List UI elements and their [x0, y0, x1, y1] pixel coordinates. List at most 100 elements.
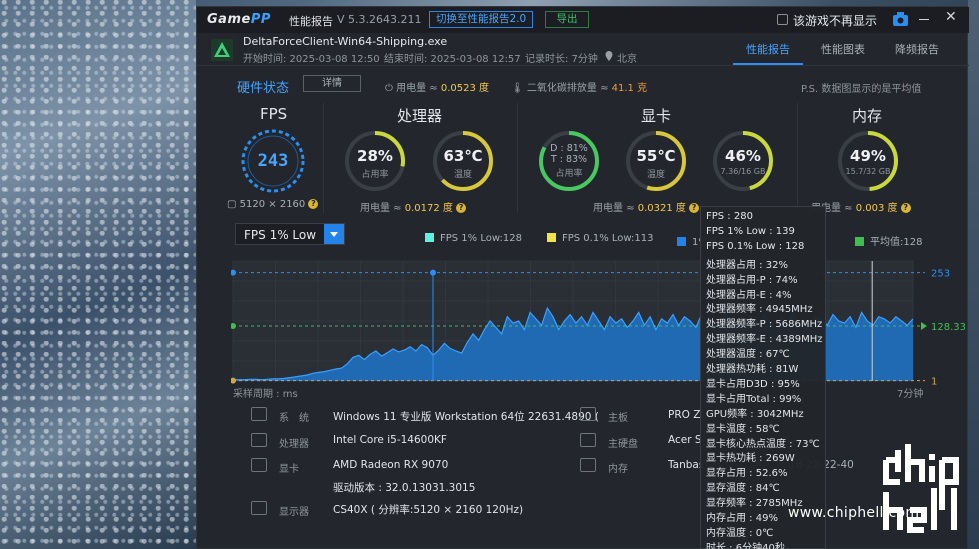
watermark-url: www.chiphell.com — [788, 505, 920, 521]
memory-usage-label: 15.7/32 GB — [845, 167, 891, 176]
export-button[interactable]: 导出 — [545, 11, 589, 28]
hardware-status-title: 硬件状态 — [237, 81, 290, 96]
tooltip-line: 显卡温度 : 58℃ — [706, 423, 780, 435]
x-axis-left-label: 采样周期 : ms — [233, 389, 298, 400]
camera-icon[interactable] — [893, 12, 908, 26]
cpu-model: Intel Core i5-14600KF — [333, 434, 447, 446]
fps-gauge: 243 — [239, 127, 307, 195]
section-divider — [797, 103, 798, 213]
x-axis-right-label: 7分钟 — [897, 389, 924, 400]
gpu-model: AMD Radeon RX 9070 — [333, 459, 449, 471]
duration: 记录时长: 7分钟 — [525, 54, 598, 65]
monitor-icon — [251, 501, 267, 515]
gamepp-window: GamePP 性能报告 V 5.3.2643.211 切换至性能报告2.0 导出… — [196, 6, 969, 549]
monitor-model: CS40X ( 分辨率:5120 × 2160 120Hz) — [333, 504, 524, 516]
gpu-total-value: T : 83% — [550, 154, 588, 165]
metric-selector-value: FPS 1% Low — [244, 228, 317, 242]
switch-report-button[interactable]: 切换至性能报告2.0 — [429, 11, 534, 28]
chart-tooltip: FPS : 280 FPS 1% Low : 139 FPS 0.1% Low : … — [700, 206, 826, 549]
cpu-label: 处理器 — [279, 439, 309, 450]
desktop-wallpaper-left — [0, 0, 196, 549]
gpu-temp-value: 55℃ — [636, 147, 676, 165]
gpu-temp-gauge: 55℃ 温度 — [624, 129, 688, 193]
tooltip-line: 显存温度 : 84℃ — [706, 483, 780, 495]
cpu-icon — [251, 433, 267, 447]
no-show-checkbox[interactable] — [777, 14, 788, 25]
fps-value: 243 — [257, 151, 289, 171]
metric-selector[interactable]: FPS 1% Low — [235, 223, 345, 245]
gpu-title: 显卡 — [641, 107, 672, 125]
tab-performance-report[interactable]: 性能报告 — [746, 41, 790, 57]
fps-chart[interactable]: 253 128.33 1 — [231, 255, 967, 390]
memory-gauge: 49% 15.7/32 GB — [836, 129, 900, 193]
gamepp-logo: GamePP — [207, 12, 271, 27]
gpu-driver: 驱动版本 : 32.0.13031.3015 — [333, 482, 476, 494]
memory-title: 内存 — [852, 107, 883, 125]
min-line-label: 1 — [931, 377, 937, 388]
section-divider — [517, 103, 518, 213]
tooltip-line: FPS 1% Low : 139 — [706, 225, 795, 237]
location-pin-icon — [605, 51, 613, 61]
chevron-down-icon[interactable] — [324, 224, 344, 244]
disk-model: Acer S — [668, 434, 702, 446]
gpu-vram-value: 46% — [725, 147, 761, 165]
resolution: ▢ 5120 × 2160 ? — [227, 199, 319, 210]
co2-emission: 🌡 二氧化碳排放量 ≈ 41.1 克 — [511, 83, 648, 94]
tooltip-line: 显卡热功耗 : 269W — [706, 453, 795, 465]
tooltip-line: 内存占用 : 49% — [706, 513, 778, 524]
os-label: 系 统 — [279, 413, 309, 424]
disk-icon — [580, 433, 596, 447]
tooltip-line: FPS : 280 — [706, 211, 753, 222]
gpu-usage-label: 占用率 — [555, 169, 583, 179]
tab-throttle-report[interactable]: 降频报告 — [895, 41, 939, 57]
tooltip-line: 显卡占用D3D : 95% — [706, 378, 800, 390]
gpu-usage-gauge: D : 81% T : 83% 占用率 — [537, 129, 601, 193]
end-time: 结束时间: 2025-03-08 12:57 — [384, 54, 521, 65]
details-button[interactable]: 详情 — [303, 75, 361, 92]
tooltip-line: 内存温度 : 0℃ — [706, 527, 774, 539]
ram-icon — [580, 458, 596, 472]
section-divider — [323, 103, 324, 213]
os-icon — [251, 407, 267, 421]
help-icon[interactable]: ? — [308, 199, 319, 209]
help-icon[interactable]: ? — [900, 203, 911, 213]
tab-performance-chart[interactable]: 性能图表 — [821, 41, 865, 57]
tooltip-line: 处理器温度 : 67℃ — [706, 349, 790, 361]
tooltip-line: 处理器频率-E : 4389MHz — [706, 334, 823, 346]
cpu-usage-label: 占用率 — [361, 170, 389, 180]
tooltip-line: FPS 0.1% Low : 128 — [706, 240, 805, 252]
avg-line-label: 128.33 — [931, 322, 966, 333]
minimize-button[interactable] — [919, 19, 929, 20]
ram-label: 内存 — [608, 464, 628, 475]
start-time: 开始时间: 2025-03-08 12:50 — [243, 54, 380, 65]
legend-fps-1-low[interactable]: FPS 1% Low:128 — [425, 233, 522, 244]
cpu-title: 处理器 — [397, 107, 443, 125]
memory-usage-value: 49% — [850, 147, 886, 165]
game-exe-name: DeltaForceClient-Win64-Shipping.exe — [243, 35, 448, 48]
tooltip-line: 处理器占用 : 32% — [706, 259, 788, 271]
legend-average[interactable]: 平均值:128 — [855, 233, 922, 248]
max-line-label: 253 — [931, 269, 950, 280]
window-title: 性能报告 — [289, 15, 333, 28]
gpu-vram-gauge: 46% 7.36/16 GB — [711, 129, 775, 193]
tooltip-line: 处理器热功耗 : 81W — [706, 364, 799, 375]
monitor-label: 显示器 — [279, 507, 309, 518]
avg-arrow — [921, 322, 927, 331]
legend-fps-01-low[interactable]: FPS 0.1% Low:113 — [547, 233, 654, 244]
no-show-label: 该游戏不再显示 — [793, 14, 878, 28]
help-icon[interactable]: ? — [689, 203, 700, 213]
help-icon[interactable]: ? — [456, 203, 467, 213]
cpu-usage-gauge: 28% 占用率 — [343, 129, 407, 193]
tooltip-line: GPU频率 : 3042MHz — [706, 408, 804, 420]
disk-label: 主硬盘 — [608, 439, 638, 450]
close-button[interactable]: ✕ — [945, 9, 957, 25]
location: 北京 — [617, 54, 637, 65]
total-power: ⏻ 用电量 ≈ 0.0523 度 — [385, 83, 490, 94]
ram-model: Tanbas — [668, 459, 705, 471]
tooltip-line: 显卡占用Total : 99% — [706, 393, 802, 405]
tooltip-line: 显存占用 : 52.6% — [706, 468, 788, 480]
tooltip-line: 处理器占用-P : 74% — [706, 274, 798, 286]
tooltip-line: 处理器频率 : 4945MHz — [706, 304, 813, 316]
gpu-d3d-value: D : 81% — [550, 143, 588, 154]
tooltip-line: 处理器占用-E : 4% — [706, 289, 792, 301]
